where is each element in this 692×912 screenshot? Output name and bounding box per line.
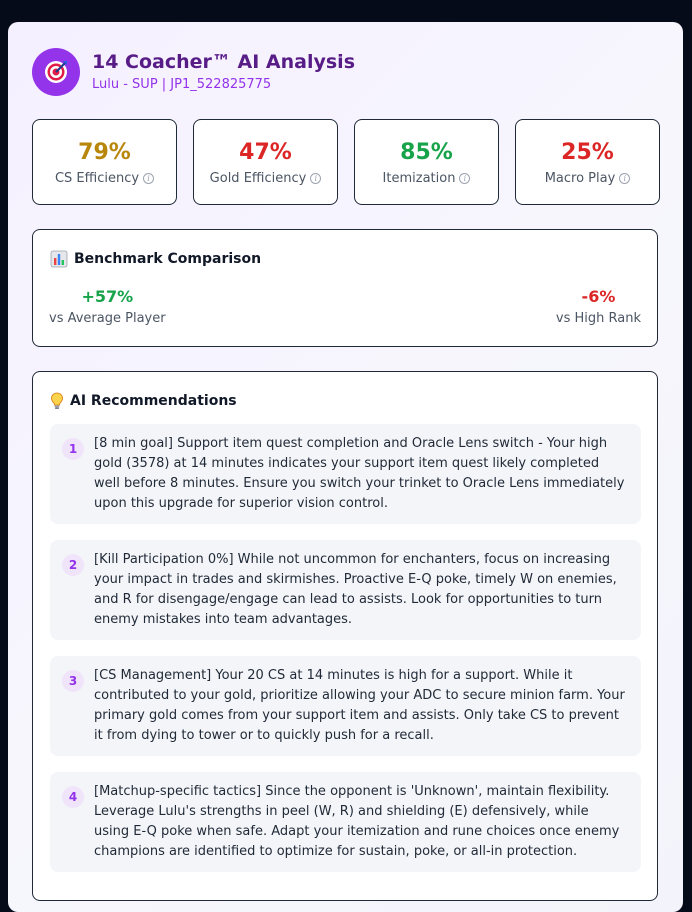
recommendation-number: 3 (62, 670, 84, 692)
benchmark-vs-high-rank: -6% vs High Rank (556, 287, 641, 327)
info-icon[interactable]: i (619, 172, 631, 184)
metric-label: Gold Efficiency (209, 170, 307, 186)
metric-value: 25% (561, 139, 614, 165)
metric-label: CS Efficiency (54, 170, 140, 186)
recommendation-number: 4 (62, 786, 84, 808)
recommendations-title: AI Recommendations (70, 393, 237, 409)
benchmark-label: vs High Rank (555, 311, 641, 326)
metric-card-gold-efficiency: 47% Gold Efficiency i (193, 119, 338, 205)
recommendation-item: 1 [8 min goal] Support item quest comple… (50, 424, 641, 524)
info-icon[interactable]: i (310, 172, 322, 184)
benchmark-vs-average: +57% vs Average Player (49, 287, 166, 327)
benchmark-value: +57% (81, 287, 134, 306)
lightbulb-icon (50, 392, 64, 410)
header: 14 Coacher™ AI Analysis Lulu - SUP | JP1… (32, 48, 355, 96)
page-title: 14 Coacher™ AI Analysis (92, 51, 356, 73)
recommendation-number: 2 (62, 554, 84, 576)
benchmark-card: Benchmark Comparison +57% vs Average Pla… (32, 229, 658, 347)
metric-card-macro-play: 25% Macro Play i (515, 119, 660, 205)
metric-label: Macro Play (544, 170, 616, 186)
recommendation-text: [Matchup-specific tactics] Since the opp… (94, 784, 620, 859)
target-dart-icon (32, 48, 80, 96)
metric-value: 85% (400, 139, 453, 165)
recommendation-item: 4 [Matchup-specific tactics] Since the o… (50, 772, 641, 872)
recommendations-card: AI Recommendations 1 [8 min goal] Suppor… (32, 371, 658, 901)
recommendation-text: [CS Management] Your 20 CS at 14 minutes… (94, 668, 625, 743)
benchmark-label: vs Average Player (49, 311, 166, 326)
bar-chart-icon (50, 250, 68, 268)
metrics-row: 79% CS Efficiency i 47% Gold Efficiency … (32, 119, 660, 205)
metric-value: 79% (78, 139, 131, 165)
info-icon[interactable]: i (143, 172, 155, 184)
recommendation-item: 3 [CS Management] Your 20 CS at 14 minut… (50, 656, 641, 756)
recommendation-item: 2 [Kill Participation 0%] While not unco… (50, 540, 641, 640)
coacher-panel: 14 Coacher™ AI Analysis Lulu - SUP | JP1… (8, 22, 683, 912)
recommendation-number: 1 (62, 438, 84, 460)
metric-label: Itemization (382, 170, 456, 186)
metric-card-cs-efficiency: 79% CS Efficiency i (32, 119, 177, 205)
recommendation-text: [8 min goal] Support item quest completi… (94, 436, 625, 511)
page-subtitle: Lulu - SUP | JP1_522825775 (92, 77, 272, 92)
benchmark-title: Benchmark Comparison (74, 251, 262, 267)
recommendation-list: 1 [8 min goal] Support item quest comple… (50, 424, 641, 888)
benchmark-value: -6% (581, 287, 616, 306)
metric-card-itemization: 85% Itemization i (354, 119, 499, 205)
info-icon[interactable]: i (459, 172, 471, 184)
recommendation-text: [Kill Participation 0%] While not uncomm… (94, 552, 617, 627)
metric-value: 47% (239, 139, 292, 165)
